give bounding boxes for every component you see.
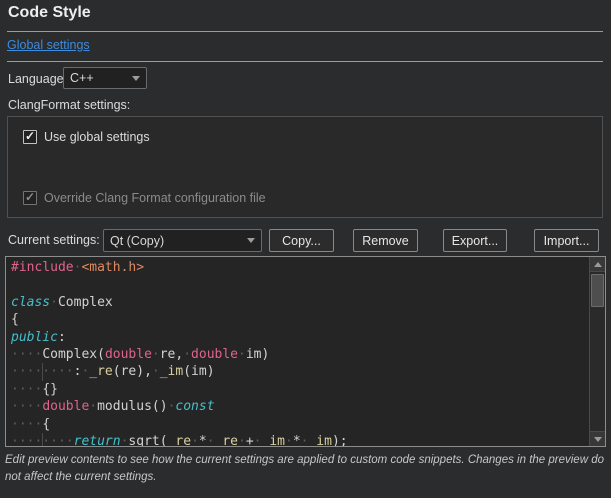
- footer-note: Edit preview contents to see how the cur…: [5, 452, 606, 485]
- code-editor-content[interactable]: #include·<math.h> class·Complex{public:·…: [6, 257, 588, 446]
- current-settings-label: Current settings:: [8, 233, 100, 247]
- code-line: ····double·modulus()·const: [11, 398, 588, 415]
- code-line: [11, 276, 588, 293]
- language-combobox[interactable]: C++: [63, 67, 147, 89]
- code-line: ····{}: [11, 381, 588, 398]
- override-clang-format-checkbox[interactable]: Override Clang Format configuration file: [23, 191, 266, 205]
- clangformat-settings-label: ClangFormat settings:: [8, 98, 130, 112]
- scroll-up-button[interactable]: [590, 257, 605, 272]
- code-line: public:: [11, 329, 588, 346]
- use-global-settings-checkbox[interactable]: Use global settings: [23, 130, 150, 144]
- indent-guide-line: [42, 363, 43, 380]
- code-line: ····{: [11, 416, 588, 433]
- global-settings-link[interactable]: Global settings: [7, 38, 90, 52]
- import-button[interactable]: Import...: [534, 229, 599, 252]
- code-line: ········return·sqrt(_re·*·_re·+·_im·*·_i…: [11, 433, 588, 447]
- remove-button[interactable]: Remove: [353, 229, 418, 252]
- scroll-down-button[interactable]: [590, 431, 605, 446]
- indent-guide-line: [42, 433, 43, 447]
- language-combobox-value: C++: [70, 71, 128, 85]
- clangformat-groupbox: Use global settings Indenting only Overr…: [7, 116, 603, 218]
- checkbox-checked-icon: [23, 130, 37, 144]
- page-title: Code Style: [8, 4, 91, 22]
- current-settings-combobox[interactable]: Qt (Copy): [103, 229, 262, 252]
- export-button[interactable]: Export...: [443, 229, 507, 252]
- code-line: class·Complex: [11, 294, 588, 311]
- link-separator: [7, 61, 603, 62]
- chevron-down-icon: [247, 238, 255, 243]
- triangle-up-icon: [594, 262, 602, 267]
- code-line: ········:·_re(re),·_im(im): [11, 363, 588, 380]
- code-line: #include·<math.h>: [11, 259, 588, 276]
- language-label: Language:: [8, 72, 67, 86]
- scrollbar-thumb[interactable]: [591, 274, 604, 307]
- code-style-settings-page: Code Style Global settings Language: C++…: [0, 0, 611, 498]
- code-line: {: [11, 311, 588, 328]
- code-line: ····Complex(double·re,·double·im): [11, 346, 588, 363]
- vertical-scrollbar[interactable]: [589, 257, 605, 446]
- current-settings-value: Qt (Copy): [110, 234, 243, 248]
- checkbox-checked-disabled-icon: [23, 191, 37, 205]
- use-global-settings-label: Use global settings: [44, 130, 150, 144]
- triangle-down-icon: [594, 437, 602, 442]
- override-clang-format-label: Override Clang Format configuration file: [44, 191, 266, 205]
- chevron-down-icon: [132, 76, 140, 81]
- code-preview-editor[interactable]: #include·<math.h> class·Complex{public:·…: [5, 256, 606, 447]
- copy-button[interactable]: Copy...: [269, 229, 334, 252]
- title-separator: [7, 31, 603, 32]
